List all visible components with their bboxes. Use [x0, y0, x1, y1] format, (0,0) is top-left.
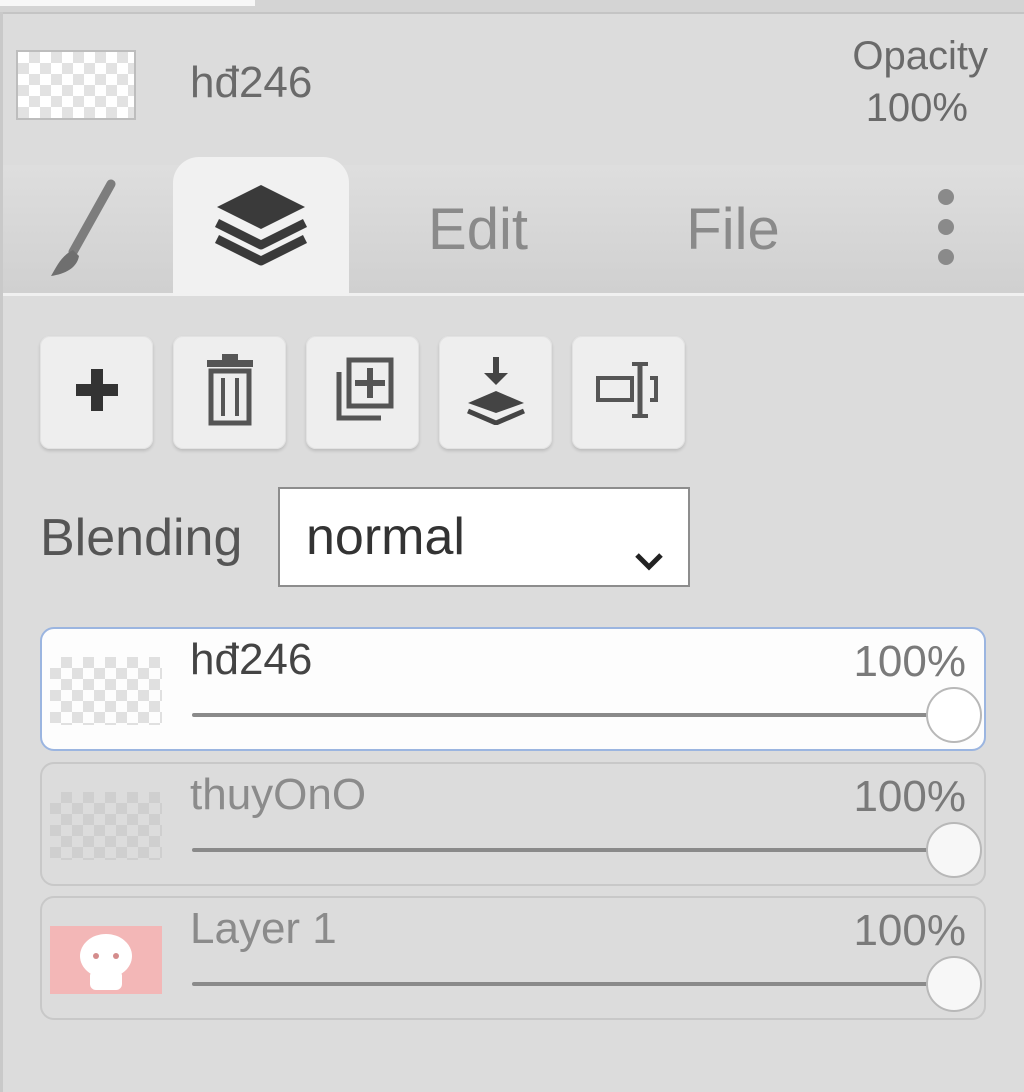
duplicate-layer-button[interactable]	[306, 336, 419, 449]
layer-name: Layer 1	[190, 904, 337, 953]
plus-icon	[72, 365, 122, 420]
more-vertical-icon	[934, 187, 958, 272]
more-menu-button[interactable]	[903, 165, 989, 293]
layer-name: hđ246	[190, 635, 313, 684]
rename-icon	[594, 358, 664, 427]
add-layer-button[interactable]	[40, 336, 153, 449]
blending-select[interactable]: normal	[278, 487, 690, 587]
merge-down-icon	[464, 355, 528, 430]
tab-edit[interactable]: Edit	[393, 165, 563, 293]
brush-icon	[43, 172, 133, 287]
layer-thumbnail	[50, 926, 162, 994]
top-edge-bar	[0, 0, 1024, 14]
layer-actions-toolbar	[40, 336, 685, 449]
layer-opacity-slider-handle[interactable]	[926, 822, 982, 878]
layer-opacity-slider[interactable]	[192, 713, 954, 717]
tab-layers[interactable]	[173, 157, 349, 296]
duplicate-icon	[331, 356, 395, 429]
layer-opacity-slider-handle[interactable]	[926, 687, 982, 743]
current-layer-name: hđ246	[190, 58, 313, 107]
top-edge-highlight	[0, 0, 255, 6]
chevron-down-icon	[634, 525, 664, 585]
opacity-value: 100%	[865, 86, 968, 130]
layer-item[interactable]: hđ246 100%	[40, 627, 986, 751]
current-layer-thumbnail	[16, 50, 136, 120]
trash-icon	[203, 354, 257, 431]
character-thumbnail-icon	[80, 934, 132, 990]
layer-opacity-slider[interactable]	[192, 848, 954, 852]
rename-layer-button[interactable]	[572, 336, 685, 449]
delete-layer-button[interactable]	[173, 336, 286, 449]
layer-thumbnail	[50, 792, 162, 860]
layer-item[interactable]: thuyOnO 100%	[40, 762, 986, 886]
blending-value: normal	[306, 508, 465, 566]
layer-thumbnail	[50, 657, 162, 725]
merge-down-button[interactable]	[439, 336, 552, 449]
blending-label: Blending	[40, 509, 243, 567]
layer-name: thuyOnO	[190, 770, 367, 819]
layer-opacity-value: 100%	[853, 772, 966, 821]
layer-opacity-slider-handle[interactable]	[926, 956, 982, 1012]
layers-icon	[213, 179, 309, 274]
layer-opacity-slider[interactable]	[192, 982, 954, 986]
layer-item[interactable]: Layer 1 100%	[40, 896, 986, 1020]
layer-opacity-value: 100%	[853, 906, 966, 955]
tab-file[interactable]: File	[653, 165, 813, 293]
tab-brush[interactable]	[23, 165, 153, 293]
opacity-label: Opacity	[852, 34, 988, 78]
tab-bar: Edit File	[3, 157, 1024, 296]
layer-opacity-value: 100%	[853, 637, 966, 686]
